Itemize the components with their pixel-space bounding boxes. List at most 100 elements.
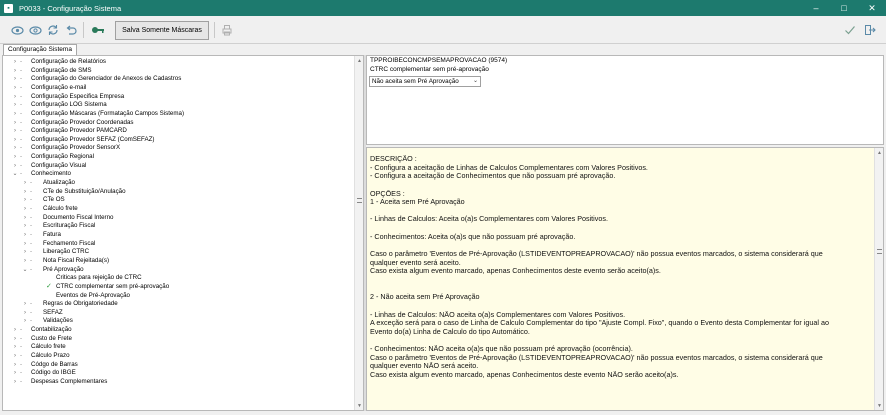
tree-item[interactable]: › - Configuração de SMS <box>3 67 353 76</box>
tree-item[interactable]: › - Regras de Obrigatoriedade <box>3 300 353 309</box>
chevron-right-icon[interactable]: › <box>11 67 19 76</box>
maximize-button[interactable]: □ <box>830 0 858 16</box>
tree-item[interactable]: › - Configuração Provedor Coordenadas <box>3 119 353 128</box>
tree-item[interactable]: › - Configuração Especifica Empresa <box>3 93 353 102</box>
refresh-icon[interactable] <box>46 23 60 37</box>
view-icon[interactable] <box>10 23 24 37</box>
tree-item[interactable]: › - Configuração Regional <box>3 153 353 162</box>
chevron-right-icon[interactable]: › <box>21 214 29 223</box>
tree-item[interactable]: › - Configuração do Gerenciador de Anexos … <box>3 75 353 84</box>
scroll-up-icon[interactable]: ▲ <box>355 56 363 65</box>
tree-item[interactable]: › - Nota Fiscal Rejeitada(s) <box>3 257 353 266</box>
chevron-right-icon[interactable]: › <box>11 378 19 387</box>
tree-item[interactable]: › - Códgo de Barras <box>3 361 353 370</box>
tree-item[interactable]: › - Configuração Provedor SEFAZ (ComSEFAZ) <box>3 136 353 145</box>
tree-item[interactable]: › - Configuração Máscaras (Formatação Camp… <box>3 110 353 119</box>
exit-icon[interactable] <box>863 23 877 37</box>
chevron-right-icon[interactable]: › <box>21 188 29 197</box>
chevron-right-icon[interactable]: › <box>11 127 19 136</box>
tree-item[interactable]: › - Código do IBGE <box>3 369 353 378</box>
chevron-right-icon[interactable]: › <box>11 369 19 378</box>
scroll-down-icon[interactable]: ▼ <box>355 401 363 410</box>
chevron-right-icon[interactable]: › <box>21 257 29 266</box>
chevron-right-icon[interactable]: › <box>21 240 29 249</box>
scroll-down-icon[interactable]: ▼ <box>875 401 883 410</box>
chevron-right-icon[interactable]: › <box>11 326 19 335</box>
description-line <box>370 285 874 294</box>
tree-item[interactable]: Criticas para rejeição de CTRC <box>3 274 353 283</box>
tree-scrollbar[interactable]: ▲ ▼ <box>354 56 363 410</box>
tab-configuracao-sistema[interactable]: Configuração Sistema <box>3 44 77 55</box>
chevron-right-icon[interactable]: › <box>11 335 19 344</box>
save-masks-button[interactable]: Salva Somente Máscaras <box>115 21 209 40</box>
chevron-right-icon[interactable]: › <box>21 300 29 309</box>
chevron-down-icon[interactable]: ⌄ <box>473 77 478 86</box>
close-button[interactable]: ✕ <box>858 0 886 16</box>
tree-item[interactable]: Eventos de Pré-Aprovação <box>3 292 353 301</box>
minimize-button[interactable]: – <box>802 0 830 16</box>
tree-item[interactable]: › - Configuração Visual <box>3 162 353 171</box>
chevron-right-icon[interactable]: › <box>11 101 19 110</box>
chevron-right-icon[interactable]: › <box>11 75 19 84</box>
tree-item[interactable]: › - Liberação CTRC <box>3 248 353 257</box>
tree-item[interactable]: › - Escrituração Fiscal <box>3 222 353 231</box>
tree-item[interactable]: ⌄ - Conhecimento <box>3 170 353 179</box>
tree-item[interactable]: › - Atualização <box>3 179 353 188</box>
tree-item[interactable]: › - CTe OS <box>3 196 353 205</box>
tree-item[interactable]: › - Fechamento Fiscal <box>3 240 353 249</box>
tree-item[interactable]: › - Despesas Complementares <box>3 378 353 387</box>
tree-item[interactable]: › - Configuração e-mail <box>3 84 353 93</box>
chevron-right-icon[interactable]: › <box>11 153 19 162</box>
chevron-right-icon[interactable]: › <box>21 196 29 205</box>
chevron-right-icon[interactable]: › <box>21 309 29 318</box>
chevron-down-icon[interactable]: ⌄ <box>11 170 19 179</box>
tree-item[interactable]: › - Fatura <box>3 231 353 240</box>
tree-item[interactable]: › - Cálculo frete <box>3 205 353 214</box>
tree-item[interactable]: › - SEFAZ <box>3 309 353 318</box>
tree-item[interactable]: › - Documento Fiscal Interno <box>3 214 353 223</box>
confirm-icon[interactable] <box>843 23 857 37</box>
key-icon[interactable] <box>91 23 105 37</box>
view-alt-icon[interactable] <box>28 23 42 37</box>
chevron-right-icon[interactable]: › <box>21 179 29 188</box>
tree-item[interactable]: › - Cálculo Prazo <box>3 352 353 361</box>
tree-connector: - <box>30 205 33 213</box>
chevron-right-icon[interactable]: › <box>11 136 19 145</box>
chevron-right-icon[interactable]: › <box>11 343 19 352</box>
scroll-up-icon[interactable]: ▲ <box>875 148 883 157</box>
description-scrollbar[interactable]: ▲ ▼ <box>874 148 883 410</box>
parameter-value-select[interactable]: Não aceita sem Pré Aprovação ⌄ <box>369 76 481 87</box>
chevron-right-icon[interactable]: › <box>11 352 19 361</box>
tree-item[interactable]: › - Configuração de Relatórios <box>3 58 353 67</box>
scroll-thumb[interactable] <box>877 249 882 254</box>
chevron-right-icon[interactable]: › <box>11 361 19 370</box>
chevron-right-icon[interactable]: › <box>21 248 29 257</box>
tree-item[interactable]: › - CTe de Substituição/Anulação <box>3 188 353 197</box>
chevron-right-icon[interactable]: › <box>21 222 29 231</box>
tree-item[interactable]: › - Cálculo frete <box>3 343 353 352</box>
chevron-down-icon[interactable]: ⌄ <box>21 266 29 275</box>
chevron-right-icon[interactable]: › <box>11 58 19 67</box>
tree-connector: - <box>20 83 23 91</box>
tree-item[interactable]: › - Custo de Frete <box>3 335 353 344</box>
tree-item[interactable]: › - Configuração Provedor SensorX <box>3 144 353 154</box>
chevron-right-icon[interactable]: › <box>21 231 29 240</box>
chevron-right-icon[interactable]: › <box>11 119 19 128</box>
tree-item[interactable]: › - Configuração LOG Sistema <box>3 101 353 110</box>
check-icon: ✓ <box>46 282 52 290</box>
undo-icon[interactable] <box>64 23 78 37</box>
scroll-thumb[interactable] <box>357 198 362 203</box>
chevron-right-icon[interactable]: › <box>11 93 19 102</box>
chevron-right-icon[interactable]: › <box>21 317 29 326</box>
tree-item[interactable]: ⌄ - Pré Aprovação <box>3 266 353 275</box>
tree-item[interactable]: ✓ CTRC complementar sem pré-aprovação <box>3 283 353 292</box>
chevron-right-icon[interactable]: › <box>11 144 19 153</box>
chevron-right-icon[interactable]: › <box>11 110 19 119</box>
tree-item[interactable]: › - Contabilização <box>3 326 353 335</box>
chevron-right-icon[interactable]: › <box>11 84 19 93</box>
print-icon[interactable] <box>220 23 234 37</box>
chevron-right-icon[interactable]: › <box>11 162 19 171</box>
tree-item[interactable]: › - Configuração Provedor PAMCARD <box>3 127 353 136</box>
tree-item[interactable]: › - Validações <box>3 317 353 327</box>
chevron-right-icon[interactable]: › <box>21 205 29 214</box>
